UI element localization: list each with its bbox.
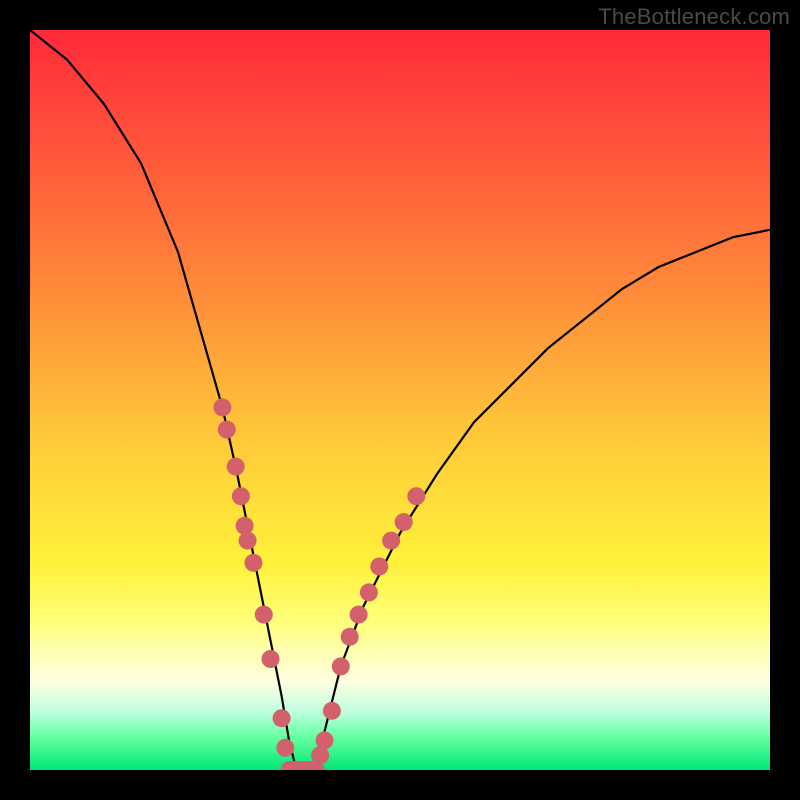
highlight-dot — [262, 650, 280, 668]
bottleneck-curve — [30, 30, 770, 770]
highlight-dot — [239, 532, 257, 550]
highlight-dot — [316, 731, 334, 749]
highlight-dot — [232, 487, 250, 505]
highlight-dot — [341, 628, 359, 646]
highlight-dot — [395, 513, 413, 531]
highlight-dot — [323, 702, 341, 720]
highlight-dot — [289, 761, 307, 770]
highlight-dot — [350, 606, 368, 624]
highlight-dot — [213, 398, 231, 416]
highlight-dot — [298, 761, 316, 770]
highlight-dot — [245, 554, 263, 572]
highlight-dot — [236, 517, 254, 535]
chart-plot-area — [30, 30, 770, 770]
highlight-dot — [302, 761, 320, 770]
highlight-dot — [218, 421, 236, 439]
highlight-dot — [255, 606, 273, 624]
highlight-dot — [307, 761, 325, 770]
highlight-dot — [281, 761, 299, 770]
chart-svg — [30, 30, 770, 770]
highlight-dot — [276, 739, 294, 757]
highlight-dot — [382, 532, 400, 550]
highlight-dot — [407, 487, 425, 505]
watermark-text: TheBottleneck.com — [598, 4, 790, 30]
highlight-dot — [311, 746, 329, 764]
highlight-dot — [293, 761, 311, 770]
highlight-dot — [273, 709, 291, 727]
highlight-dot — [370, 558, 388, 576]
highlight-dot — [284, 761, 302, 770]
highlight-dot — [227, 458, 245, 476]
highlight-dots — [213, 398, 425, 770]
highlight-dot — [332, 657, 350, 675]
highlight-dot — [360, 583, 378, 601]
